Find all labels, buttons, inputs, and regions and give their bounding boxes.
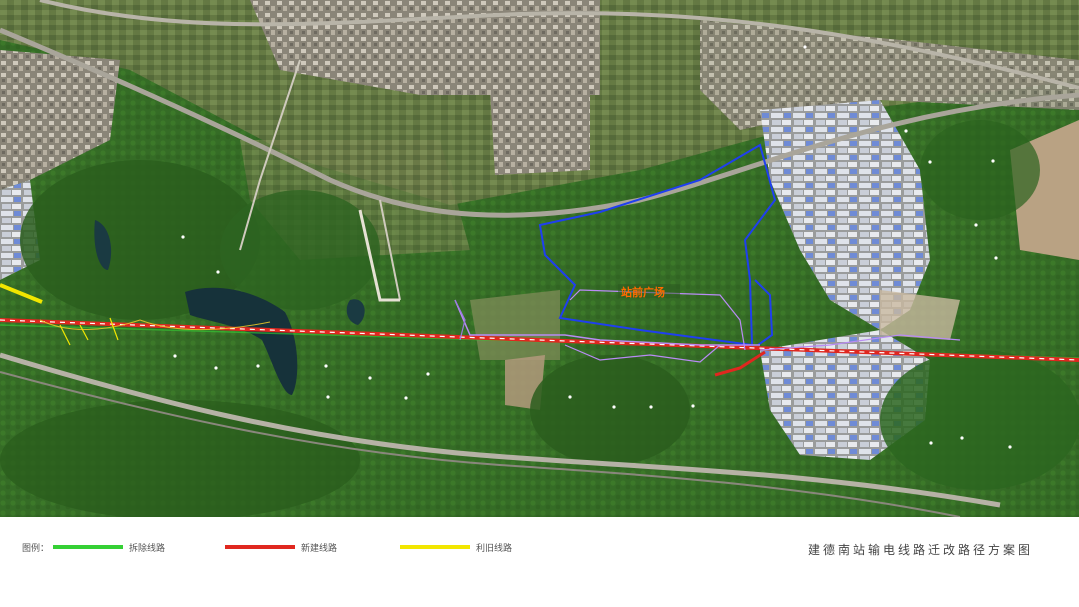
legend-label-removal: 拆除线路 [129, 544, 166, 554]
forest-east [880, 350, 1079, 490]
page: 站前广场 图例： 拆除线路 新建线路 利旧线路 建德南站输电线路迁改路径方案图 [0, 0, 1079, 607]
legend-swatch-removal [53, 545, 123, 549]
legend-swatch-reused [400, 545, 470, 549]
legend-title: 图例： [22, 544, 50, 554]
forest-south [530, 355, 690, 465]
legend: 图例： 拆除线路 新建线路 利旧线路 建德南站输电线路迁改路径方案图 [0, 517, 1079, 607]
plaza-label: 站前广场 [621, 285, 665, 299]
residential-blocks [490, 85, 590, 175]
legend-label-reused: 利旧线路 [476, 544, 513, 554]
map-canvas: 站前广场 [0, 0, 1079, 517]
legend-label-new: 新建线路 [301, 544, 338, 554]
legend-swatch-new [225, 545, 295, 549]
satellite-map[interactable]: 站前广场 [0, 0, 1079, 517]
map-title: 建德南站输电线路迁改路径方案图 [807, 543, 1033, 557]
